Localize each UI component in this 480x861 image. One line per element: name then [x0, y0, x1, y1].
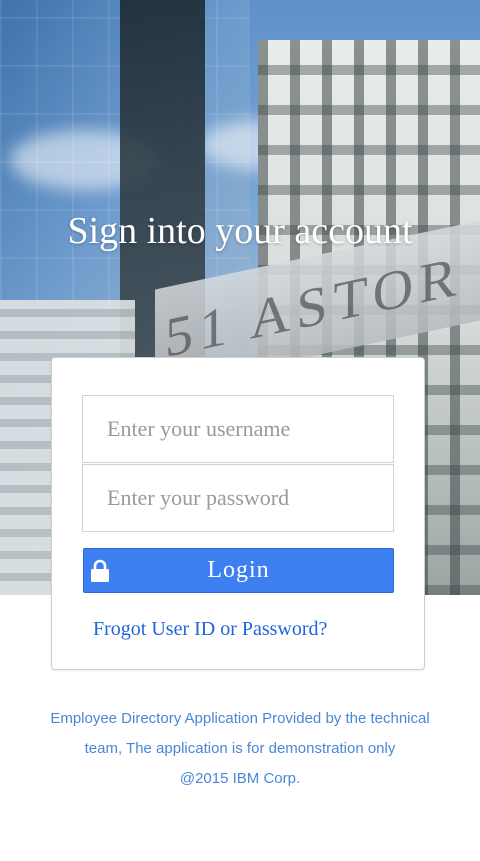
password-input[interactable] — [83, 465, 393, 531]
login-button[interactable]: Login — [83, 548, 394, 593]
footer-line-2: team, The application is for demonstrati… — [84, 740, 396, 757]
footer: Employee Directory Application Provided … — [20, 704, 460, 794]
username-field-container — [82, 395, 394, 463]
footer-copyright: @2015 IBM Corp. — [179, 770, 301, 787]
footer-line-1: Employee Directory Application Provided … — [50, 710, 430, 727]
forgot-credentials-link[interactable]: Frogot User ID or Password? — [93, 618, 327, 641]
login-button-label: Login — [207, 557, 270, 583]
page-title: Sign into your account — [67, 210, 413, 252]
username-input[interactable] — [83, 396, 393, 462]
password-field-container — [82, 464, 394, 532]
login-card: Login Frogot User ID or Password? — [51, 357, 425, 670]
